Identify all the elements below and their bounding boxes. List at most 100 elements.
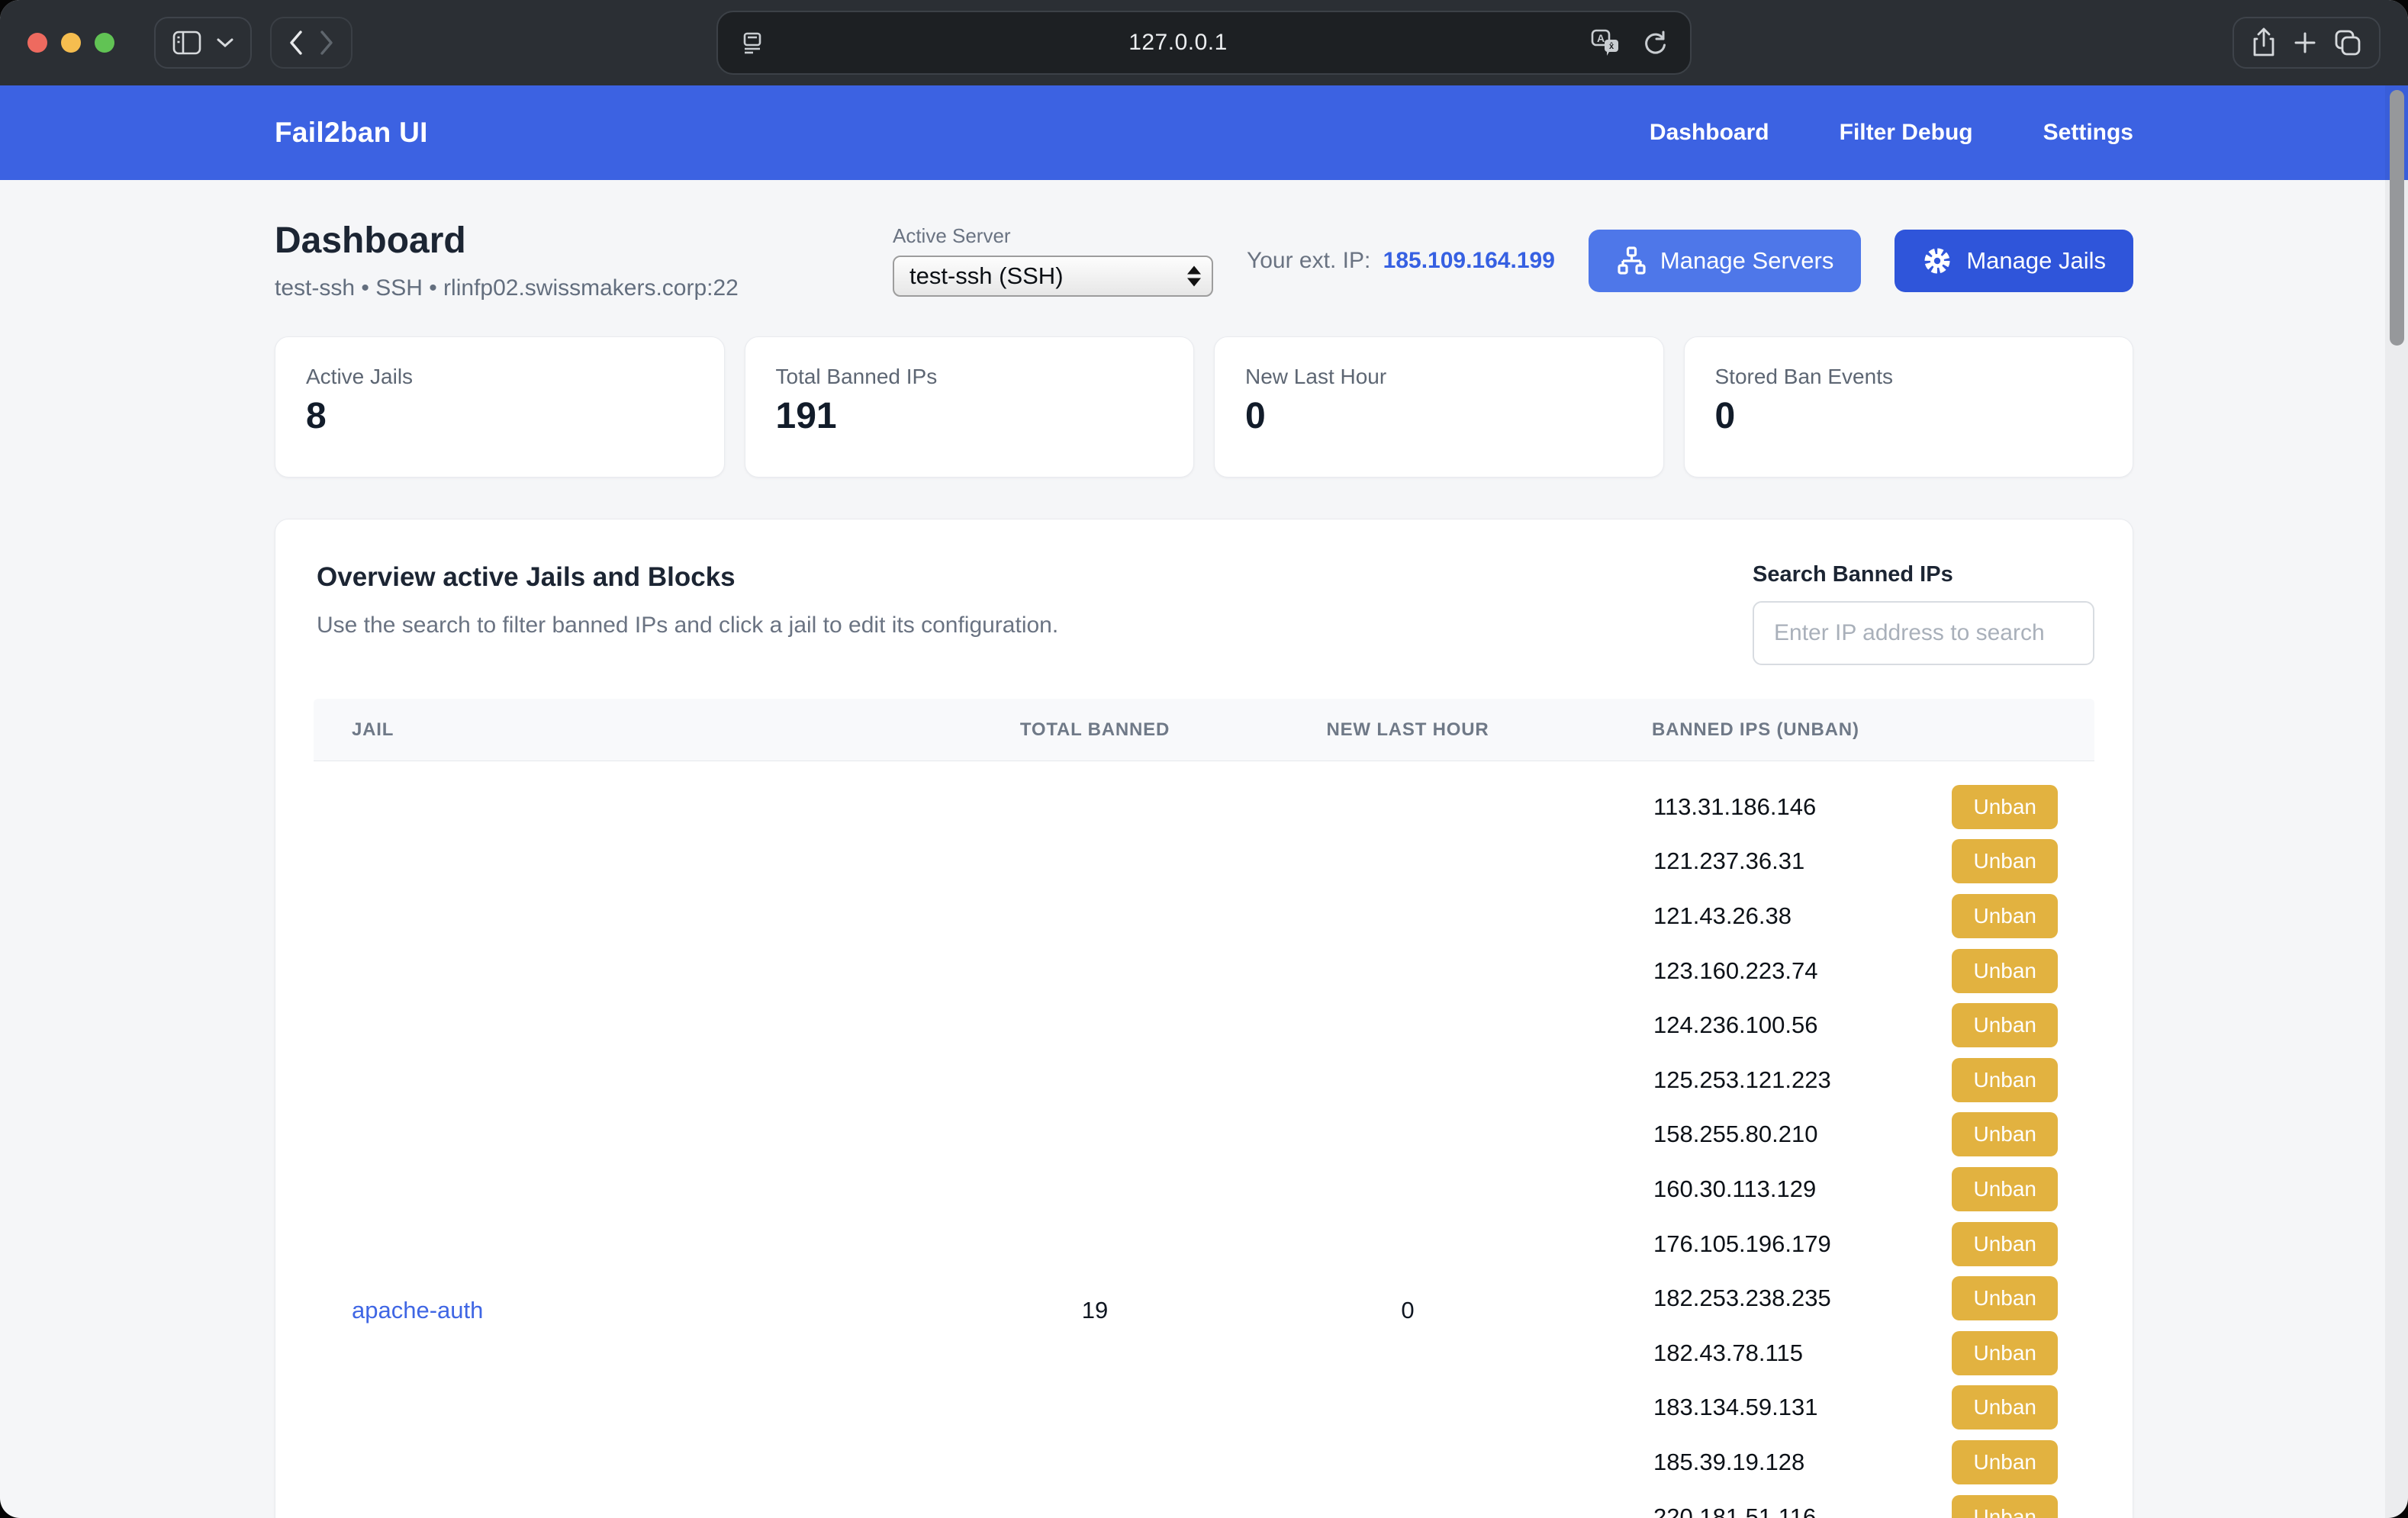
banned-ip-row: 158.255.80.210 Unban — [1568, 1108, 2094, 1163]
unban-button[interactable]: Unban — [1952, 1276, 2058, 1320]
external-ip-value[interactable]: 185.109.164.199 — [1383, 248, 1555, 273]
sidebar-icon — [172, 31, 201, 55]
forward-button[interactable] — [319, 30, 334, 56]
url-text[interactable]: 127.0.0.1 — [765, 30, 1591, 56]
banned-ip: 182.253.238.235 — [1653, 1285, 1831, 1312]
banned-ip-row: 124.236.100.56 Unban — [1568, 998, 2094, 1053]
unban-button[interactable]: Unban — [1952, 839, 2058, 883]
scrollbar-thumb[interactable] — [2390, 90, 2404, 346]
banned-ip-row: 185.39.19.128 Unban — [1568, 1435, 2094, 1490]
browser-toolbar: 127.0.0.1 A x̂ — [0, 0, 2408, 85]
header-controls: Active Server test-ssh (SSH) Your ext. I… — [893, 224, 2133, 297]
search-block: Search Banned IPs — [1753, 562, 2094, 665]
unban-button[interactable]: Unban — [1952, 1440, 2058, 1484]
page-title: Dashboard — [275, 220, 739, 262]
banned-ips-cell: 113.31.186.146 Unban 121.237.36.31 Unban — [1568, 761, 2094, 1518]
brand[interactable]: Fail2ban UI — [275, 117, 428, 149]
new-last-hour-cell: 0 — [1247, 1297, 1568, 1324]
overview-heading-block: Overview active Jails and Blocks Use the… — [317, 562, 1058, 638]
address-bar[interactable]: 127.0.0.1 A x̂ — [716, 11, 1692, 75]
banned-ip: 124.236.100.56 — [1653, 1011, 1818, 1039]
banned-ip: 160.30.113.129 — [1653, 1175, 1816, 1203]
new-tab-icon[interactable] — [2292, 30, 2318, 56]
unban-button[interactable]: Unban — [1952, 949, 2058, 993]
page-format-icon[interactable] — [739, 30, 765, 56]
stat-card-stored-ban-events: Stored Ban Events 0 — [1684, 336, 2134, 478]
gear-icon — [1922, 246, 1952, 276]
banned-ip: 121.237.36.31 — [1653, 847, 1804, 875]
stat-label: New Last Hour — [1245, 365, 1633, 389]
table-row: apache-auth 19 0 113.31.186.146 Unban — [314, 761, 2094, 1518]
banned-ip: 176.105.196.179 — [1653, 1230, 1831, 1258]
app-navbar: Fail2ban UI Dashboard Filter Debug Setti… — [0, 85, 2408, 180]
active-server-value: test-ssh (SSH) — [909, 262, 1064, 290]
banned-ip-row: 183.134.59.131 Unban — [1568, 1381, 2094, 1436]
stat-value: 0 — [1715, 395, 2103, 437]
banned-ip: 113.31.186.146 — [1653, 793, 1816, 821]
banned-ip-row: 182.43.78.115 Unban — [1568, 1326, 2094, 1381]
unban-button[interactable]: Unban — [1952, 1495, 2058, 1518]
unban-button[interactable]: Unban — [1952, 1222, 2058, 1266]
unban-button[interactable]: Unban — [1952, 1331, 2058, 1375]
close-window-button[interactable] — [27, 33, 47, 53]
reload-icon[interactable] — [1641, 29, 1669, 56]
column-header-jail: JAIL — [314, 719, 942, 741]
banned-ip-row: 125.253.121.223 Unban — [1568, 1053, 2094, 1108]
share-icon[interactable] — [2251, 27, 2277, 58]
nav-link-filter-debug[interactable]: Filter Debug — [1840, 120, 1973, 146]
table-header-row: JAIL TOTAL BANNED NEW LAST HOUR BANNED I… — [314, 699, 2094, 761]
column-header-new-last-hour: NEW LAST HOUR — [1247, 719, 1568, 741]
jail-cell: apache-auth — [314, 1297, 942, 1324]
overview-card: Overview active Jails and Blocks Use the… — [275, 519, 2133, 1518]
unban-button[interactable]: Unban — [1952, 785, 2058, 829]
active-server-label: Active Server — [893, 224, 1213, 248]
nav-link-dashboard[interactable]: Dashboard — [1650, 120, 1769, 146]
stat-label: Active Jails — [306, 365, 694, 389]
unban-button[interactable]: Unban — [1952, 1058, 2058, 1102]
search-label: Search Banned IPs — [1753, 562, 2094, 587]
external-ip-label: Your ext. IP: — [1247, 248, 1370, 273]
address-bar-actions: A x̂ — [1591, 28, 1669, 57]
stat-card-new-last-hour: New Last Hour 0 — [1214, 336, 1664, 478]
tab-overview-icon[interactable] — [2333, 28, 2362, 57]
unban-button[interactable]: Unban — [1952, 894, 2058, 938]
back-button[interactable] — [288, 30, 304, 56]
column-header-banned-ips: BANNED IPS (UNBAN) — [1568, 719, 2094, 741]
manage-servers-button[interactable]: Manage Servers — [1589, 230, 1861, 292]
banned-ip-row: 160.30.113.129 Unban — [1568, 1162, 2094, 1217]
total-banned-cell: 19 — [942, 1297, 1247, 1324]
search-input[interactable] — [1753, 601, 2094, 665]
translate-icon[interactable]: A x̂ — [1591, 28, 1621, 57]
unban-button[interactable]: Unban — [1952, 1385, 2058, 1430]
toolbar-actions — [2233, 17, 2381, 69]
sidebar-toggle-button[interactable] — [154, 17, 252, 69]
unban-button[interactable]: Unban — [1952, 1112, 2058, 1156]
banned-ip-row: 113.31.186.146 Unban — [1568, 780, 2094, 835]
jail-link[interactable]: apache-auth — [352, 1297, 483, 1323]
manage-jails-label: Manage Jails — [1966, 247, 2106, 275]
stat-card-active-jails: Active Jails 8 — [275, 336, 725, 478]
banned-ip-row: 176.105.196.179 Unban — [1568, 1217, 2094, 1272]
banned-ip: 125.253.121.223 — [1653, 1066, 1831, 1094]
minimize-window-button[interactable] — [61, 33, 81, 53]
jails-table: JAIL TOTAL BANNED NEW LAST HOUR BANNED I… — [314, 699, 2094, 1518]
banned-ip-row: 123.160.223.74 Unban — [1568, 944, 2094, 999]
banned-ip: 158.255.80.210 — [1653, 1121, 1818, 1148]
nav-link-settings[interactable]: Settings — [2043, 120, 2133, 146]
nav-links: Dashboard Filter Debug Settings — [1650, 120, 2133, 146]
overview-subtitle: Use the search to filter banned IPs and … — [317, 613, 1058, 638]
banned-ip-row: 220.181.51.116 Unban — [1568, 1490, 2094, 1518]
unban-button[interactable]: Unban — [1952, 1003, 2058, 1047]
window-controls — [27, 33, 114, 53]
chevron-down-icon — [217, 37, 233, 48]
banned-ip: 182.43.78.115 — [1653, 1340, 1803, 1367]
banned-ip: 121.43.26.38 — [1653, 902, 1792, 930]
zoom-window-button[interactable] — [95, 33, 114, 53]
page-header: Dashboard test-ssh • SSH • rlinfp02.swis… — [275, 220, 2133, 301]
page-subtitle: test-ssh • SSH • rlinfp02.swissmakers.co… — [275, 275, 739, 301]
active-server-select[interactable]: test-ssh (SSH) — [893, 256, 1213, 297]
manage-jails-button[interactable]: Manage Jails — [1895, 230, 2133, 292]
unban-button[interactable]: Unban — [1952, 1167, 2058, 1211]
stat-value: 0 — [1245, 395, 1633, 437]
stat-card-total-banned: Total Banned IPs 191 — [745, 336, 1195, 478]
